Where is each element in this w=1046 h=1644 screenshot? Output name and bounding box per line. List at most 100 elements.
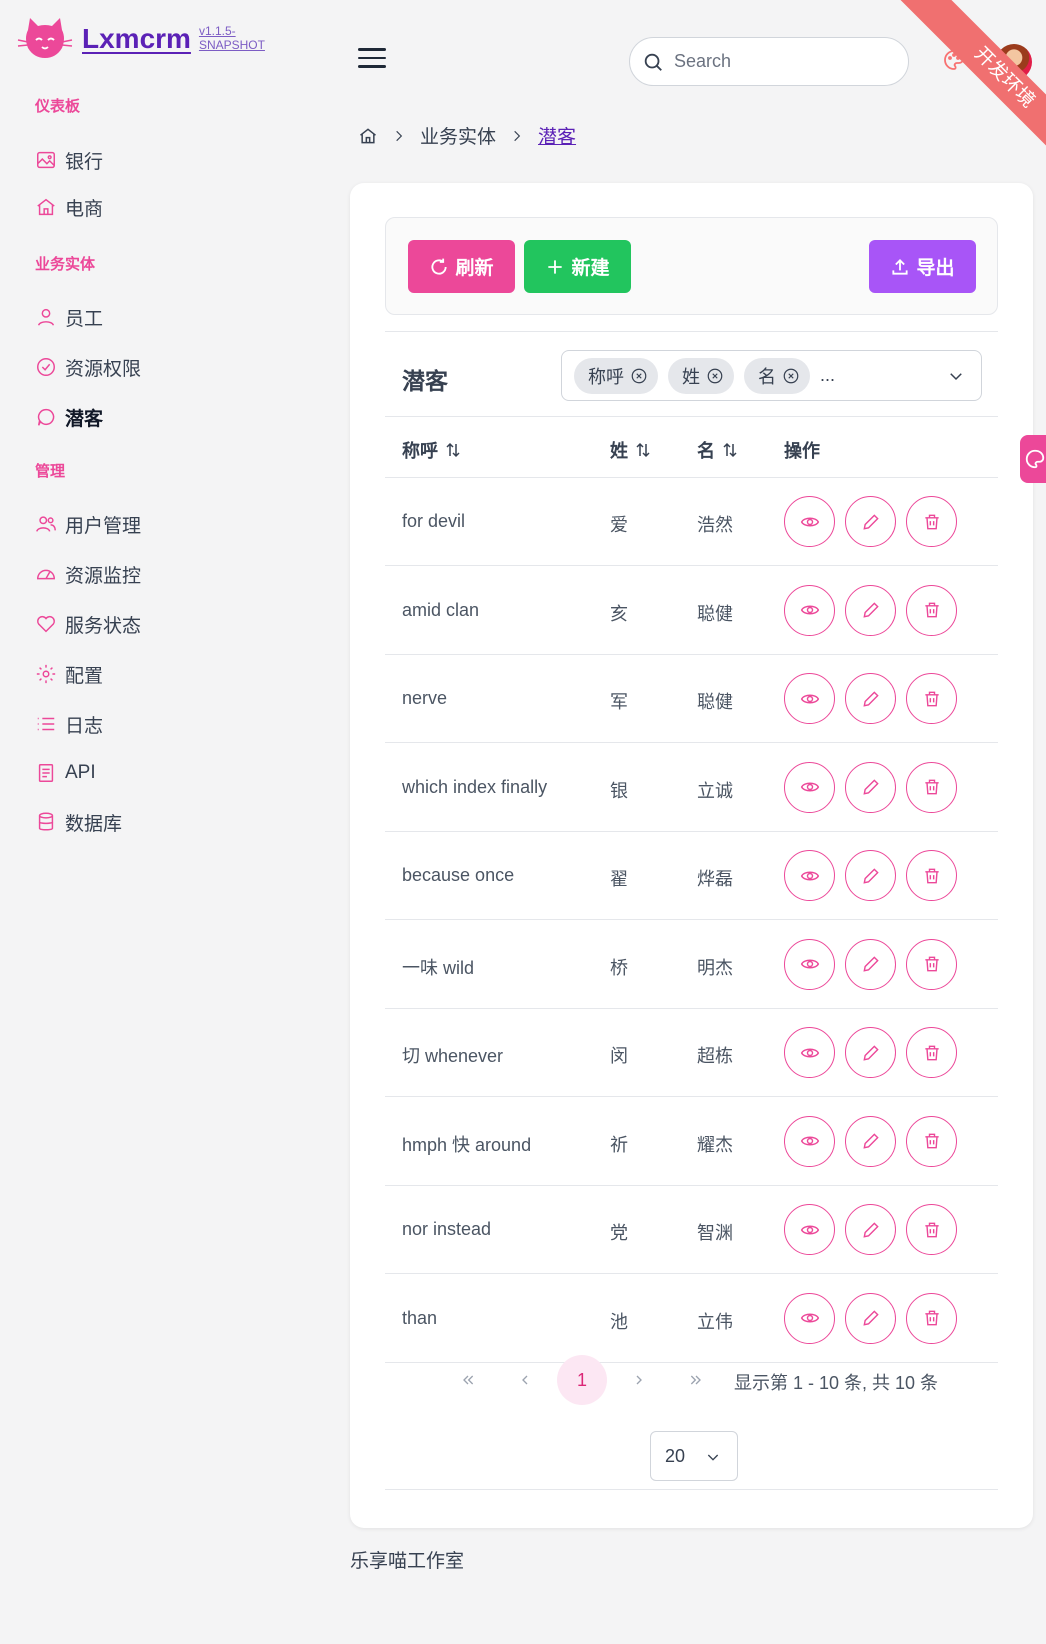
column-selector[interactable]: 称呼 姓 名 ...: [561, 350, 982, 401]
brand-version[interactable]: v1.1.5-SNAPSHOT: [199, 24, 271, 52]
first-page-button[interactable]: [443, 1355, 493, 1405]
breadcrumb-item[interactable]: 业务实体: [420, 122, 496, 149]
theme-panel-tab[interactable]: [1020, 435, 1046, 483]
plus-icon: [548, 259, 563, 274]
delete-button[interactable]: [906, 673, 957, 724]
chevrons-right-icon: [690, 1375, 701, 1385]
delete-button[interactable]: [906, 1115, 957, 1167]
edit-button[interactable]: [845, 850, 896, 901]
column-header-salutation[interactable]: 称呼: [402, 437, 462, 463]
view-button[interactable]: [784, 1204, 835, 1255]
cell-salutation: 切 whenever: [402, 1046, 504, 1066]
sidebar-item-service-status[interactable]: 服务状态: [35, 607, 141, 641]
view-button[interactable]: [784, 673, 835, 724]
sidebar-item-user-management[interactable]: 用户管理: [35, 507, 141, 541]
view-button[interactable]: [784, 938, 835, 990]
cell-salutation: hmph 快 around: [402, 1134, 532, 1155]
eye-icon: [800, 694, 819, 703]
brand[interactable]: Lxmcrm v1.1.5-SNAPSHOT: [16, 16, 271, 62]
edit-button[interactable]: [845, 673, 896, 724]
last-page-button[interactable]: [671, 1355, 721, 1405]
edit-button[interactable]: [845, 1027, 896, 1078]
refresh-button[interactable]: 刷新: [408, 240, 515, 293]
breadcrumb-current[interactable]: 潜客: [538, 122, 576, 149]
delete-button[interactable]: [906, 938, 957, 990]
cell-last-name: 桥: [610, 957, 628, 978]
close-circle-icon[interactable]: [630, 367, 648, 385]
view-button[interactable]: [784, 850, 835, 901]
sidebar-item-permissions[interactable]: 资源权限: [35, 350, 141, 384]
sidebar-item-label: API: [65, 762, 96, 783]
sidebar-item-api[interactable]: API: [35, 756, 96, 790]
brand-name[interactable]: Lxmcrm: [82, 23, 191, 55]
more-columns: ...: [820, 365, 836, 385]
close-circle-icon[interactable]: [782, 367, 800, 385]
sidebar-item-employee[interactable]: 员工: [35, 300, 103, 334]
cell-last-name: 祈: [610, 1134, 628, 1155]
table-row: hmph 快 around 祈 耀杰: [385, 1098, 998, 1186]
delete-button[interactable]: [906, 761, 957, 813]
cell-salutation: for devil: [402, 511, 466, 531]
view-button[interactable]: [784, 496, 835, 547]
sidebar-item-label: 电商: [65, 198, 104, 220]
search-box[interactable]: [629, 37, 909, 86]
delete-button[interactable]: [906, 1027, 957, 1078]
delete-button[interactable]: [906, 1204, 957, 1255]
cell-last-name: 党: [610, 1223, 628, 1243]
column-header-last-name[interactable]: 姓: [610, 437, 652, 463]
delete-button[interactable]: [906, 496, 957, 547]
delete-button[interactable]: [906, 584, 957, 636]
breadcrumb: 业务实体 潜客: [358, 122, 576, 149]
edit-button[interactable]: [845, 1204, 896, 1255]
edit-button[interactable]: [845, 761, 896, 813]
chevron-right-icon: [514, 130, 521, 141]
column-header-first-name[interactable]: 名: [697, 437, 739, 463]
sidebar-item-ecommerce[interactable]: 电商: [35, 190, 103, 224]
view-button[interactable]: [784, 1115, 835, 1167]
edit-button[interactable]: [845, 1115, 896, 1167]
page-size-select[interactable]: 20: [650, 1431, 738, 1481]
trash-icon: [924, 1222, 939, 1237]
view-button[interactable]: [784, 761, 835, 813]
close-circle-icon[interactable]: [706, 367, 724, 385]
cell-last-name: 爱: [610, 515, 628, 535]
export-button[interactable]: 导出: [869, 240, 976, 293]
sidebar-item-resource-monitor[interactable]: 资源监控: [35, 557, 141, 591]
pencil-icon: [862, 956, 879, 972]
sidebar: Lxmcrm v1.1.5-SNAPSHOT 仪表板 银行 电商 业务实体 员工…: [0, 0, 320, 1644]
sidebar-item-leads[interactable]: 潜客: [35, 400, 103, 434]
search-input[interactable]: [674, 51, 874, 72]
trash-icon: [924, 779, 939, 795]
heart-icon: [37, 615, 55, 633]
next-page-button[interactable]: [614, 1355, 664, 1405]
edit-button[interactable]: [845, 938, 896, 990]
view-button[interactable]: [784, 1027, 835, 1078]
sidebar-item-bank[interactable]: 银行: [35, 143, 103, 177]
prev-page-button[interactable]: [500, 1355, 550, 1405]
delete-button[interactable]: [906, 1292, 957, 1344]
sidebar-item-database[interactable]: 数据库: [35, 805, 122, 839]
sidebar-item-label: 配置: [65, 665, 104, 687]
new-button[interactable]: 新建: [524, 240, 631, 293]
sidebar-item-config[interactable]: 配置: [35, 657, 103, 691]
delete-button[interactable]: [906, 850, 957, 901]
chevron-right-icon: [396, 130, 403, 141]
refresh-label: 刷新: [455, 258, 494, 279]
avatar[interactable]: [996, 44, 1032, 80]
edit-button[interactable]: [845, 1292, 896, 1344]
palette-icon[interactable]: [942, 48, 966, 72]
pencil-icon: [862, 867, 879, 884]
edit-button[interactable]: [845, 496, 896, 547]
cell-salutation: than: [402, 1307, 438, 1328]
page-button-current[interactable]: 1: [557, 1355, 607, 1405]
view-button[interactable]: [784, 1292, 835, 1344]
sidebar-item-logs[interactable]: 日志: [35, 707, 103, 741]
view-button[interactable]: [784, 584, 835, 636]
menu-toggle-button[interactable]: [358, 48, 386, 72]
home-icon[interactable]: [358, 126, 378, 146]
sidebar-item-label: 资源权限: [65, 358, 142, 380]
pencil-icon: [862, 779, 879, 795]
edit-button[interactable]: [845, 584, 896, 636]
cell-last-name: 银: [610, 780, 628, 801]
cell-salutation: nor instead: [402, 1219, 492, 1239]
